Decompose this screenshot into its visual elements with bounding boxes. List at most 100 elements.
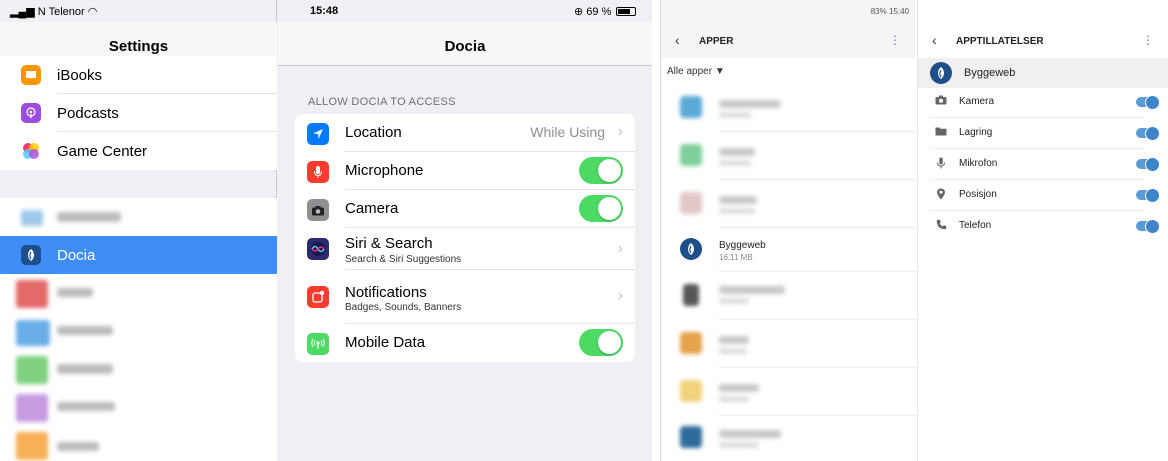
chevron-right-icon: › [617, 123, 623, 140]
kamera-toggle[interactable] [1136, 95, 1160, 110]
back-arrow-icon[interactable]: ‹ [675, 32, 680, 48]
permission-label: Telefon [959, 220, 992, 231]
app-name: Byggeweb [719, 240, 766, 251]
docia-title: Docia [444, 38, 486, 55]
podcasts-icon [21, 103, 41, 123]
battery-icon [616, 7, 637, 16]
settings-item-blurred[interactable] [0, 312, 277, 350]
app-label-redacted [57, 402, 115, 411]
settings-item-blurred[interactable] [0, 274, 277, 312]
permission-label: Notifications [345, 284, 427, 301]
permission-row-posisjon[interactable]: Posisjon [918, 180, 1168, 211]
app-list-item[interactable] [661, 272, 916, 320]
section-header: ALLOW DOCIA TO ACCESS [308, 96, 456, 108]
app-size-redacted [719, 396, 749, 402]
app-icon [16, 356, 48, 384]
wifi-icon: ◠ [87, 6, 98, 18]
app-name-redacted [719, 100, 781, 108]
carrier-name: N Telenor [37, 6, 85, 18]
more-options-icon[interactable]: ⋮ [1142, 33, 1154, 47]
settings-item-docia[interactable]: Docia [0, 236, 277, 274]
camera-toggle[interactable] [579, 195, 623, 222]
apps-app-bar: ‹ APPER ⋮ [661, 24, 915, 58]
settings-group-third-party-apps: Docia [0, 198, 277, 461]
settings-master-pane: Settings iBooks Podcasts Game Center Doc… [0, 0, 277, 461]
battery-percent: 69 % [586, 6, 612, 18]
settings-item-ibooks[interactable]: iBooks [0, 56, 277, 94]
app-icon [680, 144, 702, 166]
permissions-title: APPTILLATELSER [956, 36, 1044, 47]
permission-label: Mikrofon [959, 158, 998, 169]
app-icon [16, 394, 48, 422]
app-label-redacted [57, 326, 113, 335]
app-filter-dropdown[interactable]: Alle apper ▼ [667, 66, 725, 77]
more-options-icon[interactable]: ⋮ [889, 33, 901, 47]
permission-label: Location [345, 124, 402, 141]
app-list-item[interactable] [661, 84, 916, 132]
app-size-redacted [719, 112, 751, 118]
status-time: 15:48 [310, 5, 339, 17]
permission-row-siri-search[interactable]: Siri & Search Search & Siri Suggestions … [295, 228, 635, 270]
app-list-item[interactable] [661, 320, 916, 368]
permissions-app-header: Byggeweb [918, 58, 1168, 88]
app-name-redacted [719, 430, 781, 438]
permission-row-kamera[interactable]: Kamera [918, 87, 1168, 118]
status-text: 83% 15:40 [870, 7, 909, 16]
app-label-redacted [57, 288, 93, 297]
settings-item-blurred[interactable] [0, 388, 277, 426]
settings-item-blurred[interactable] [0, 198, 277, 236]
permission-row-mikrofon[interactable]: Mikrofon [918, 149, 1168, 180]
app-size: 16,11 MB [719, 253, 753, 262]
permission-row-microphone[interactable]: Microphone [295, 152, 635, 190]
permission-row-notifications[interactable]: Notifications Badges, Sounds, Banners › [295, 270, 635, 324]
settings-item-game-center[interactable]: Game Center [0, 132, 277, 170]
siri-icon [307, 238, 329, 260]
app-list-item[interactable] [661, 368, 916, 416]
permission-row-lagring[interactable]: Lagring [918, 118, 1168, 149]
telefon-toggle[interactable] [1136, 219, 1160, 234]
permissions-app-bar: ‹ APPTILLATELSER ⋮ [918, 24, 1168, 58]
permission-row-telefon[interactable]: Telefon [918, 211, 1168, 242]
byggeweb-logo-icon [930, 62, 952, 84]
back-arrow-icon[interactable]: ‹ [932, 32, 937, 48]
mikrofon-toggle[interactable] [1136, 157, 1160, 172]
apps-title: APPER [699, 36, 734, 47]
app-icon [16, 280, 48, 308]
app-icon [683, 284, 699, 306]
settings-title: Settings [108, 38, 169, 55]
permission-value: While Using [530, 124, 605, 140]
app-label-redacted [57, 442, 99, 451]
app-icon [16, 320, 50, 346]
app-size-redacted [719, 298, 749, 304]
app-size-redacted [719, 348, 747, 354]
app-icon [680, 96, 702, 118]
settings-item-blurred[interactable] [0, 350, 277, 388]
posisjon-toggle[interactable] [1136, 188, 1160, 203]
settings-item-podcasts[interactable]: Podcasts [0, 94, 277, 132]
permission-label: Kamera [959, 96, 995, 107]
settings-item-blurred[interactable] [0, 426, 277, 461]
microphone-toggle[interactable] [579, 157, 623, 184]
folder-icon [934, 126, 948, 139]
app-label-redacted [57, 212, 121, 222]
app-name: Byggeweb [964, 67, 1016, 79]
lagring-toggle[interactable] [1136, 126, 1160, 141]
app-list-item[interactable] [661, 180, 916, 228]
filter-label: Alle apper [667, 66, 713, 77]
mobile-data-toggle[interactable] [579, 329, 623, 356]
app-icon [16, 432, 48, 460]
permission-row-location[interactable]: Location While Using › [295, 114, 635, 152]
app-list-item[interactable] [661, 132, 916, 180]
game-center-icon [21, 141, 41, 161]
ibooks-icon [21, 65, 41, 85]
permission-label: Mobile Data [345, 334, 426, 351]
notifications-icon [307, 286, 329, 308]
app-icon [680, 332, 702, 354]
permission-label: Posisjon [959, 189, 997, 200]
permission-row-mobile-data[interactable]: Mobile Data [295, 324, 635, 362]
settings-group-apps: iBooks Podcasts Game Center [0, 56, 277, 170]
app-list-item[interactable] [661, 414, 916, 461]
permission-row-camera[interactable]: Camera [295, 190, 635, 228]
app-list-item-byggeweb[interactable]: Byggeweb 16,11 MB [661, 228, 916, 272]
app-size-redacted [719, 208, 755, 214]
